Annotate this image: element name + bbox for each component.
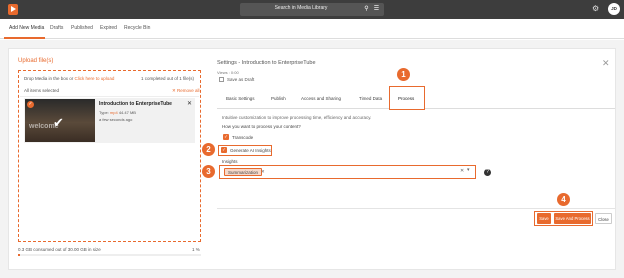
views-count: Views : 0:00 [217, 70, 239, 75]
tab-timed-data[interactable]: Timed Data [359, 96, 382, 101]
step-marker-3: 3 [202, 165, 215, 178]
app-logo-icon[interactable] [8, 4, 18, 15]
upload-completed-count: 1 completed out of 1 file(s) [141, 76, 195, 81]
divider [20, 96, 199, 97]
storage-usage-percent: 1 % [192, 247, 200, 252]
save-as-draft-label: Save as Draft [227, 77, 255, 82]
insight-chip-label: Summarization [228, 170, 259, 175]
transcode-label: Transcode [232, 135, 254, 140]
clear-selection-icon[interactable]: ✕ [460, 168, 464, 174]
step-marker-1: 1 [397, 68, 410, 81]
tab-process[interactable]: Process [398, 96, 414, 101]
file-upload-time: a few seconds ago [99, 117, 133, 122]
chevron-down-icon[interactable]: ▾ [467, 167, 470, 173]
tab-access-and-sharing[interactable]: Access and Sharing [301, 96, 341, 101]
ai-insights-label: Generate AI Insights [230, 148, 271, 153]
step-marker-2: 2 [202, 143, 215, 156]
file-size: 44.47 MB [118, 110, 136, 115]
transcode-checkbox[interactable]: ✓ [223, 134, 229, 140]
drop-prefix: Drop Media in the box or [24, 76, 74, 81]
process-description: Intuitive customization to improve proce… [222, 115, 372, 120]
all-items-selected-label: All items selected [24, 88, 60, 93]
avatar[interactable]: JD [608, 3, 620, 15]
save-and-process-button[interactable]: Save And Process [554, 213, 591, 224]
remove-all-button[interactable]: ✕ Remove all [172, 88, 200, 94]
tab-expired[interactable]: Expired [100, 25, 117, 31]
file-title: Introduction to EnterpriseTube [99, 101, 172, 107]
media-nav: Add New Media Drafts Published Expired R… [0, 19, 624, 39]
settings-gear-icon[interactable]: ⚙ [592, 4, 599, 13]
tab-recycle-bin[interactable]: Recycle Bin [124, 25, 150, 31]
close-button[interactable]: Close [595, 213, 612, 224]
search-input[interactable]: Search in Media Library [240, 5, 362, 11]
drop-instructions: Drop Media in the box or Click here to u… [24, 76, 114, 81]
file-type: Type: mp4 44.47 MB [99, 110, 136, 115]
process-question: How you want to process your content? [222, 124, 301, 129]
selected-check-icon[interactable]: ✓ [27, 101, 34, 108]
click-to-upload-link[interactable]: Click here to upload [75, 76, 115, 81]
ai-insights-checkbox[interactable]: ✓ [221, 147, 227, 153]
video-thumbnail[interactable]: welcome ✔ ✓ [25, 99, 95, 142]
upload-title: Upload file(s) [18, 58, 54, 64]
tab-drafts[interactable]: Drafts [50, 25, 63, 31]
upload-complete-check-icon: ✔ [53, 115, 64, 130]
file-type-value: mp4 [109, 110, 118, 115]
storage-usage-text: 0.3 GB consumed out of 30.00 GB in size [18, 247, 101, 252]
settings-title: Settings - Introduction to EnterpriseTub… [217, 60, 316, 66]
tab-add-new-media[interactable]: Add New Media [9, 25, 44, 31]
search-icon[interactable]: ⚲ [363, 6, 370, 13]
close-settings-icon[interactable]: ✕ [602, 58, 610, 69]
tab-publish[interactable]: Publish [271, 96, 286, 101]
top-bar: Search in Media Library ⚲ ☰ ⚙ JD [0, 0, 624, 19]
filter-icon[interactable]: ☰ [373, 6, 380, 13]
tab-basic-settings[interactable]: Basic Settings [226, 96, 255, 101]
step-marker-4: 4 [557, 193, 570, 206]
insight-chip-summarization[interactable]: Summarization [224, 168, 263, 176]
storage-usage-bar [18, 254, 201, 256]
remove-chip-icon[interactable]: ✕ [261, 168, 265, 176]
help-icon[interactable]: ? [484, 169, 491, 176]
active-tab-indicator [4, 37, 45, 39]
save-as-draft-checkbox[interactable] [219, 77, 224, 82]
tab-published[interactable]: Published [71, 25, 93, 31]
settings-divider [217, 208, 615, 209]
file-type-label: Type: [99, 110, 109, 115]
search-box[interactable]: Search in Media Library ⚲ ☰ [240, 3, 384, 16]
remove-all-label: Remove all [177, 88, 200, 93]
save-button[interactable]: Save [537, 213, 551, 224]
remove-file-close-icon[interactable]: ✕ [187, 100, 192, 107]
insights-label: Insights [222, 159, 238, 164]
